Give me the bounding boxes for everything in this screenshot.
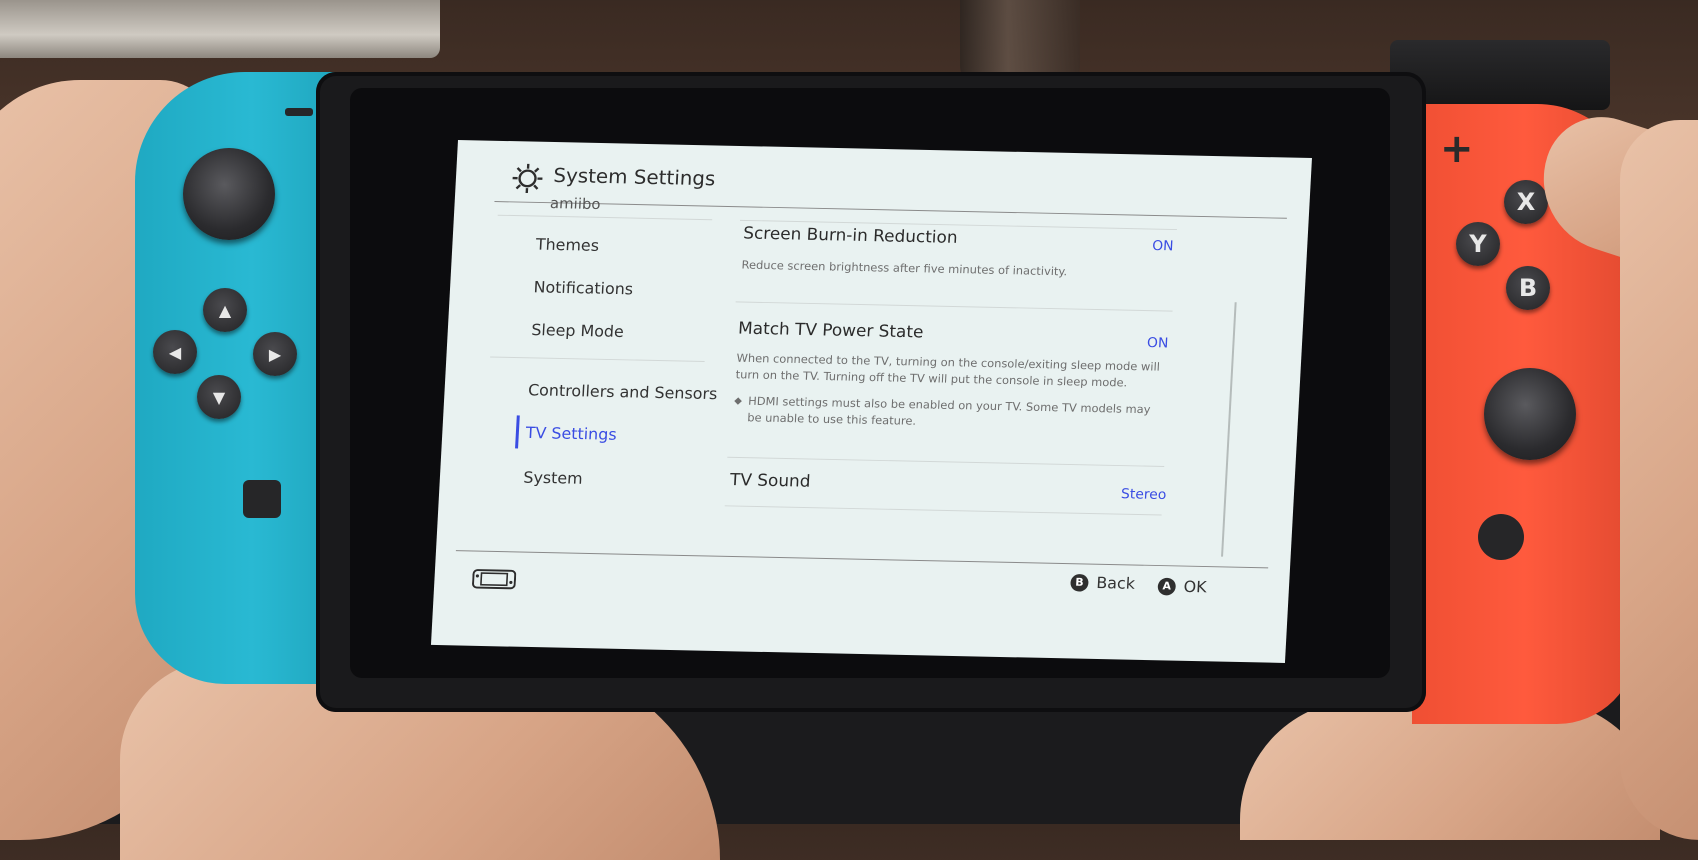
setting-match-tv-power-note-text: HDMI settings must also be enabled on yo… (747, 394, 1151, 428)
back-hint[interactable]: B Back (1070, 573, 1135, 593)
sidebar-item-sleep-mode[interactable]: Sleep Mode (531, 320, 624, 340)
sidebar-item-controllers-and-sensors[interactable]: Controllers and Sensors (528, 381, 718, 403)
home-button[interactable] (1478, 514, 1524, 560)
dpad-right-button[interactable]: ▶ (253, 332, 297, 376)
setting-screen-burn-in-value[interactable]: ON (1152, 238, 1174, 254)
sidebar-item-amiibo[interactable]: amiibo (550, 194, 601, 213)
plus-button[interactable]: + (1440, 126, 1474, 172)
ok-hint[interactable]: A OK (1157, 577, 1207, 596)
dpad-up-button[interactable]: ▲ (203, 288, 247, 332)
b-button[interactable]: B (1506, 266, 1550, 310)
setting-tv-sound-value[interactable]: Stereo (1121, 486, 1167, 502)
header-divider (494, 201, 1286, 219)
x-button[interactable]: X (1504, 180, 1548, 224)
system-settings-screen: System Settings amiibo Themes Notificati… (431, 140, 1312, 663)
sidebar-item-notifications[interactable]: Notifications (533, 278, 633, 299)
diamond-bullet-icon: ◆ (734, 393, 743, 410)
page-title: System Settings (553, 163, 716, 190)
back-label: Back (1096, 573, 1136, 592)
background-tray (0, 0, 440, 58)
minus-button[interactable] (285, 108, 313, 116)
footer-divider (456, 550, 1268, 568)
sidebar-divider (498, 215, 713, 221)
a-button-glyph-icon: A (1157, 577, 1176, 595)
setting-divider (727, 457, 1164, 467)
gear-icon (509, 161, 547, 197)
setting-divider (736, 301, 1173, 311)
sidebar-item-system[interactable]: System (523, 468, 583, 488)
setting-divider (725, 505, 1162, 515)
dpad-down-button[interactable]: ▼ (197, 375, 241, 419)
setting-screen-burn-in-description: Reduce screen brightness after five minu… (741, 257, 1189, 283)
sidebar-item-tv-settings[interactable]: TV Settings (525, 423, 617, 443)
selection-indicator (515, 415, 520, 448)
setting-match-tv-power-note: ◆ HDMI settings must also be enabled on … (733, 393, 1166, 435)
right-stick[interactable] (1484, 368, 1576, 460)
scrollbar[interactable] (1221, 302, 1237, 556)
console-mode-icon (472, 568, 517, 590)
capture-button[interactable] (243, 480, 281, 518)
setting-match-tv-power-title[interactable]: Match TV Power State (738, 319, 924, 342)
setting-match-tv-power-description: When connected to the TV, turning on the… (735, 350, 1184, 392)
y-button[interactable]: Y (1456, 222, 1500, 266)
sidebar-item-themes[interactable]: Themes (535, 235, 599, 255)
setting-match-tv-power-value[interactable]: ON (1147, 335, 1169, 351)
b-button-glyph-icon: B (1070, 573, 1089, 591)
left-stick[interactable] (183, 148, 275, 240)
setting-tv-sound-title[interactable]: TV Sound (730, 470, 811, 491)
dpad-left-button[interactable]: ◀ (153, 330, 197, 374)
ok-label: OK (1183, 577, 1207, 596)
right-hand (1620, 120, 1698, 840)
sidebar-divider (490, 356, 705, 362)
setting-screen-burn-in-title[interactable]: Screen Burn-in Reduction (743, 224, 958, 248)
